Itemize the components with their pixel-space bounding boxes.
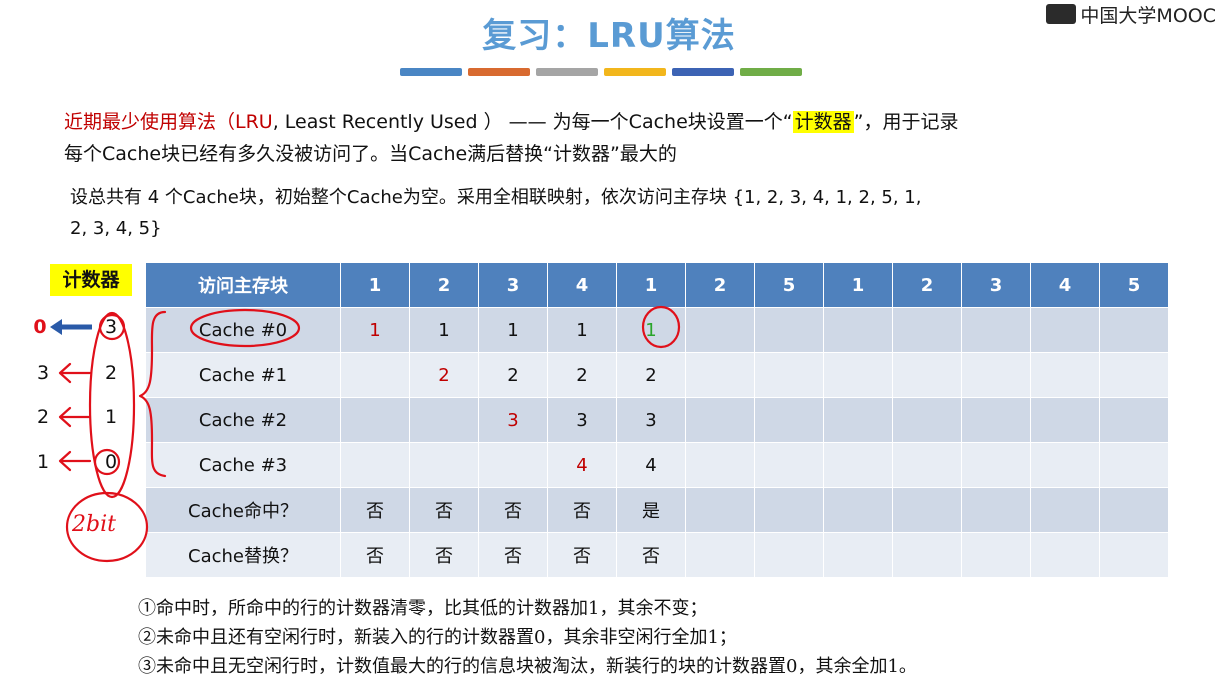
handwritten-note: 2bit <box>72 512 116 537</box>
table-cell <box>754 307 824 353</box>
table-cell <box>1099 487 1169 533</box>
table-cell <box>961 307 1031 353</box>
table-cell <box>892 487 962 533</box>
hit-circle <box>641 305 681 349</box>
table-cell <box>892 532 962 578</box>
table-cell <box>1030 532 1100 578</box>
curly-brace <box>138 310 167 478</box>
table-cell <box>1099 442 1169 488</box>
seq-cell: 3 <box>961 262 1031 308</box>
red-arrow <box>58 450 92 472</box>
table-cell <box>754 397 824 443</box>
accent-bar <box>740 68 802 76</box>
seq-cell: 1 <box>823 262 893 308</box>
note-line: ②未命中且还有空闲行时，新装入的行的计数器置0，其余非空闲行全加1； <box>138 627 737 648</box>
table-cell <box>1099 352 1169 398</box>
table-cell <box>823 442 893 488</box>
table-cell <box>961 487 1031 533</box>
table-cell <box>892 397 962 443</box>
table-cell <box>961 532 1031 578</box>
table-cell <box>961 397 1031 443</box>
table-cell <box>1099 397 1169 443</box>
table-cell <box>892 307 962 353</box>
table-cell <box>823 397 893 443</box>
table-cell <box>892 442 962 488</box>
note-line: ③未命中且无空闲行时，计数值最大的行的信息块被淘汰，新装行的块的计数器置0，其余… <box>138 656 917 677</box>
counter-circle <box>93 448 121 476</box>
seq-cell: 4 <box>1030 262 1100 308</box>
table-cell <box>1099 307 1169 353</box>
rules-notes: ①命中时，所命中的行的计数器清零，比其低的计数器加1，其余不变； ②未命中且还有… <box>138 594 917 681</box>
red-arrow <box>58 362 92 384</box>
table-cell <box>961 442 1031 488</box>
table-cell <box>1099 532 1169 578</box>
table-cell <box>1030 487 1100 533</box>
seq-cell: 2 <box>892 262 962 308</box>
table-cell <box>1030 307 1100 353</box>
blue-arrow <box>50 319 92 335</box>
table-cell <box>823 307 893 353</box>
table-cell <box>823 352 893 398</box>
note-line: ①命中时，所命中的行的计数器清零，比其低的计数器加1，其余不变； <box>138 598 708 619</box>
intro-highlight: 计数器 <box>792 111 854 133</box>
handwriting-overlay <box>50 305 681 563</box>
red-arrow <box>58 406 92 428</box>
table-cell <box>823 487 893 533</box>
intro-after: ”，用于记录 <box>853 111 959 133</box>
seq-cell: 5 <box>1099 262 1169 308</box>
table-cell <box>754 532 824 578</box>
table-cell <box>1030 442 1100 488</box>
table-cell <box>754 442 824 488</box>
table-cell <box>961 352 1031 398</box>
table-cell <box>1030 352 1100 398</box>
table-cell <box>1030 397 1100 443</box>
seq-cell: 5 <box>754 262 824 308</box>
table-cell <box>823 532 893 578</box>
cache0-oval <box>189 308 301 348</box>
counter-circle <box>98 313 126 341</box>
table-cell <box>754 487 824 533</box>
table-cell <box>754 352 824 398</box>
table-cell <box>892 352 962 398</box>
